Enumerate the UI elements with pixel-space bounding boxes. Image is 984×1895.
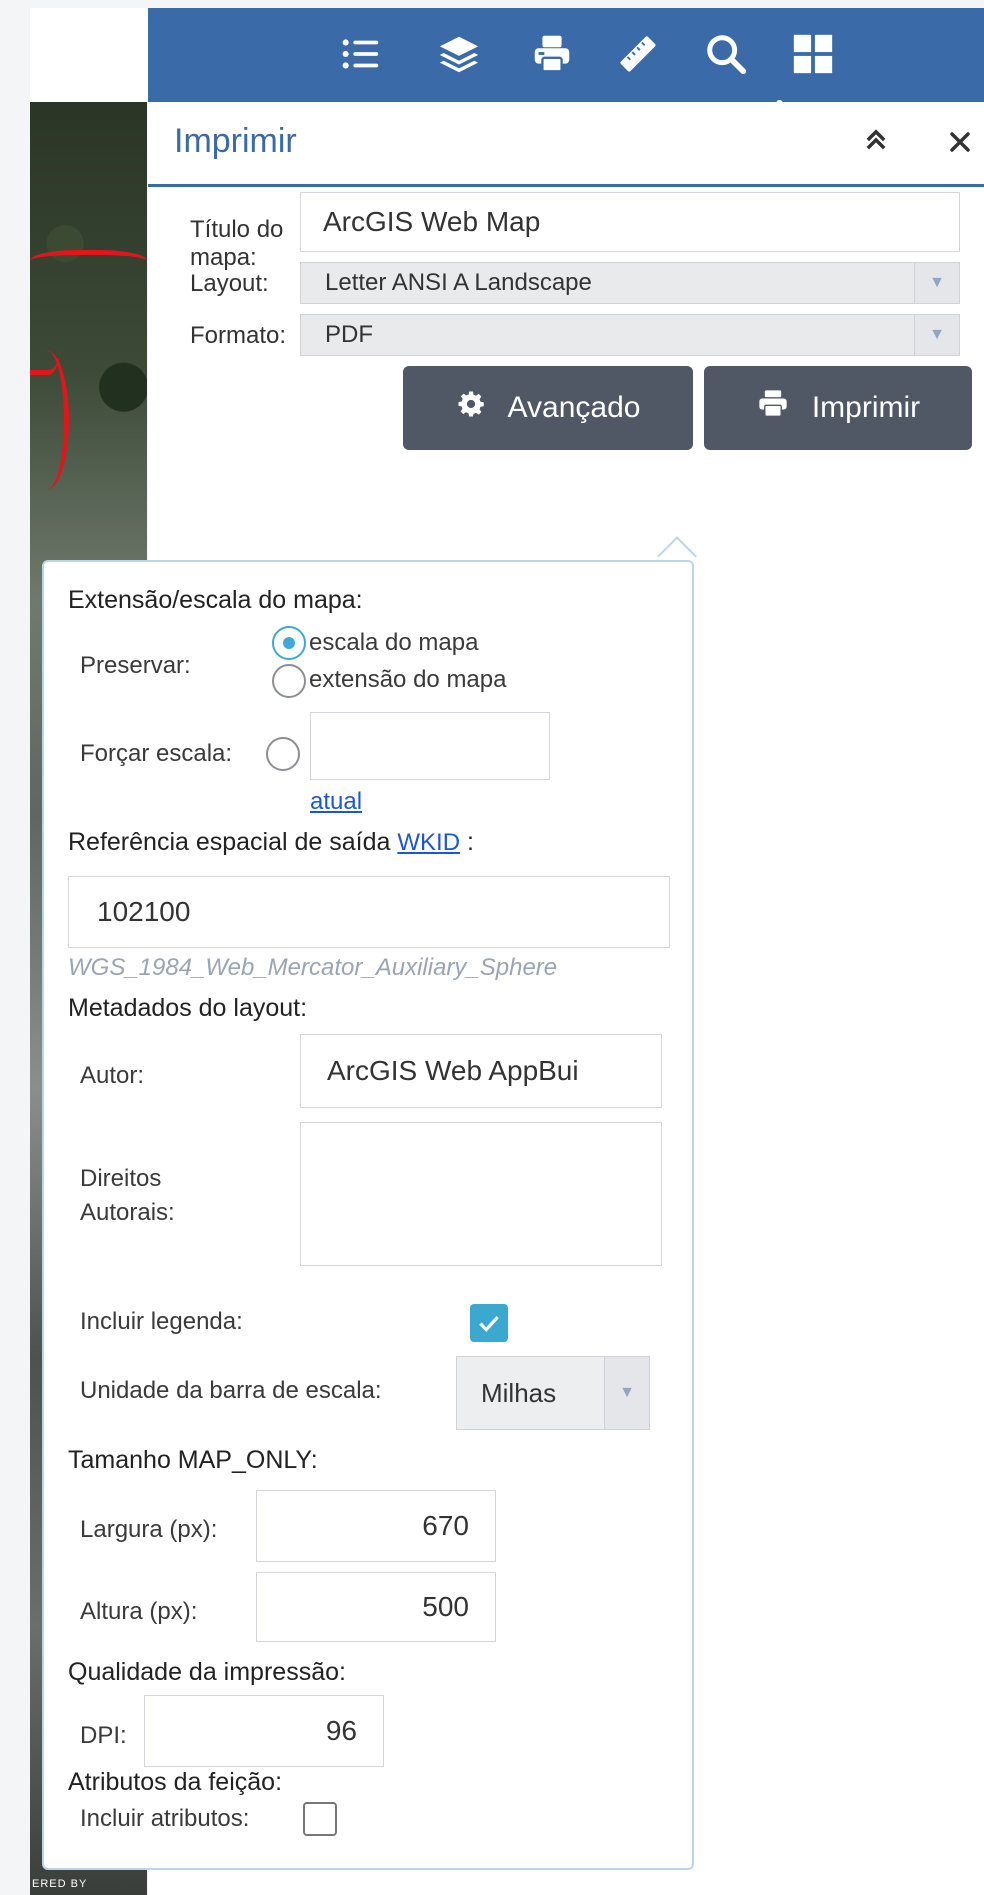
collapse-icon[interactable] <box>862 124 890 163</box>
metadata-heading: Metadados do layout: <box>68 994 308 1022</box>
include-legend-checkbox[interactable] <box>470 1304 508 1342</box>
header-blank-area <box>30 8 148 102</box>
print-icon[interactable] <box>524 26 580 82</box>
force-scale-label: Forçar escala: <box>80 740 233 767</box>
grid-icon[interactable] <box>785 26 841 82</box>
advanced-options-popup: Extensão/escala do mapa: Preservar: esca… <box>42 560 694 1870</box>
height-label: Altura (px): <box>80 1598 198 1625</box>
map-title-label: Título do mapa: <box>190 216 284 271</box>
force-scale-input[interactable] <box>310 712 550 780</box>
scalebar-unit-value: Milhas <box>481 1377 557 1408</box>
chevron-down-icon: ▼ <box>914 315 959 355</box>
feature-attributes-heading: Atributos da feição: <box>68 1768 283 1796</box>
format-select[interactable]: PDF ▼ <box>300 314 960 356</box>
layout-select-value: Letter ANSI A Landscape <box>325 269 592 296</box>
wkid-input[interactable]: 102100 <box>68 876 670 948</box>
extent-heading: Extensão/escala do mapa: <box>68 586 363 614</box>
format-select-value: PDF <box>325 321 373 348</box>
close-icon[interactable] <box>948 120 972 164</box>
advanced-button-label: Avançado <box>507 391 641 424</box>
copyright-textarea[interactable] <box>300 1122 662 1266</box>
measure-ruler-icon[interactable] <box>610 26 666 82</box>
scalebar-unit-label: Unidade da barra de escala: <box>80 1377 382 1404</box>
advanced-button[interactable]: Avançado <box>403 366 693 450</box>
print-button-label: Imprimir <box>811 391 921 424</box>
dpi-input[interactable]: 96 <box>144 1695 384 1767</box>
wkid-link[interactable]: WKID <box>397 829 460 856</box>
map-title-input[interactable]: ArcGIS Web Map <box>300 192 960 252</box>
layout-label: Layout: <box>190 270 269 297</box>
panel-header: Imprimir <box>148 102 984 187</box>
spatial-reference-heading: Referência espacial de saída WKID : <box>68 828 474 856</box>
wkid-name-hint: WGS_1984_Web_Mercator_Auxiliary_Sphere <box>68 954 558 981</box>
author-input[interactable]: ArcGIS Web AppBui <box>300 1034 662 1108</box>
include-attributes-label: Incluir atributos: <box>80 1805 250 1832</box>
force-scale-radio[interactable] <box>266 737 300 771</box>
map-attribution: ERED BY <box>32 1878 88 1890</box>
scale-radio-label[interactable]: escala do mapa <box>309 629 478 657</box>
preserve-label: Preservar: <box>80 652 191 679</box>
dpi-label: DPI: <box>80 1722 127 1749</box>
widget-toolbar <box>148 8 984 107</box>
current-scale-link[interactable]: atual <box>310 788 362 816</box>
chevron-down-icon: ▼ <box>914 263 959 303</box>
author-label: Autor: <box>80 1062 145 1089</box>
copyright-label: Direitos Autorais: <box>80 1165 175 1226</box>
legend-list-icon[interactable] <box>333 26 389 82</box>
check-icon <box>479 1315 499 1332</box>
include-legend-label: Incluir legenda: <box>80 1308 243 1335</box>
map-road-line <box>30 250 147 277</box>
layout-select[interactable]: Letter ANSI A Landscape ▼ <box>300 262 960 304</box>
extent-radio[interactable] <box>272 664 306 698</box>
height-input[interactable]: 500 <box>256 1572 496 1642</box>
extent-radio-label[interactable]: extensão do mapa <box>309 666 506 694</box>
width-input[interactable]: 670 <box>256 1490 496 1562</box>
search-icon[interactable] <box>698 26 754 82</box>
chevron-down-icon: ▼ <box>604 1357 649 1429</box>
gear-icon <box>456 389 486 427</box>
width-label: Largura (px): <box>80 1516 218 1543</box>
print-button[interactable]: Imprimir <box>704 366 972 450</box>
layers-icon[interactable] <box>431 26 487 82</box>
map-road-line <box>30 310 60 375</box>
quality-heading: Qualidade da impressão: <box>68 1658 346 1686</box>
panel-title: Imprimir <box>174 122 297 160</box>
format-label: Formato: <box>190 322 287 349</box>
scale-radio[interactable] <box>272 626 306 660</box>
scalebar-unit-select[interactable]: Milhas ▼ <box>456 1356 650 1430</box>
include-attributes-checkbox[interactable] <box>303 1802 337 1836</box>
mapsize-heading: Tamanho MAP_ONLY: <box>68 1446 318 1474</box>
print-icon <box>756 389 790 427</box>
